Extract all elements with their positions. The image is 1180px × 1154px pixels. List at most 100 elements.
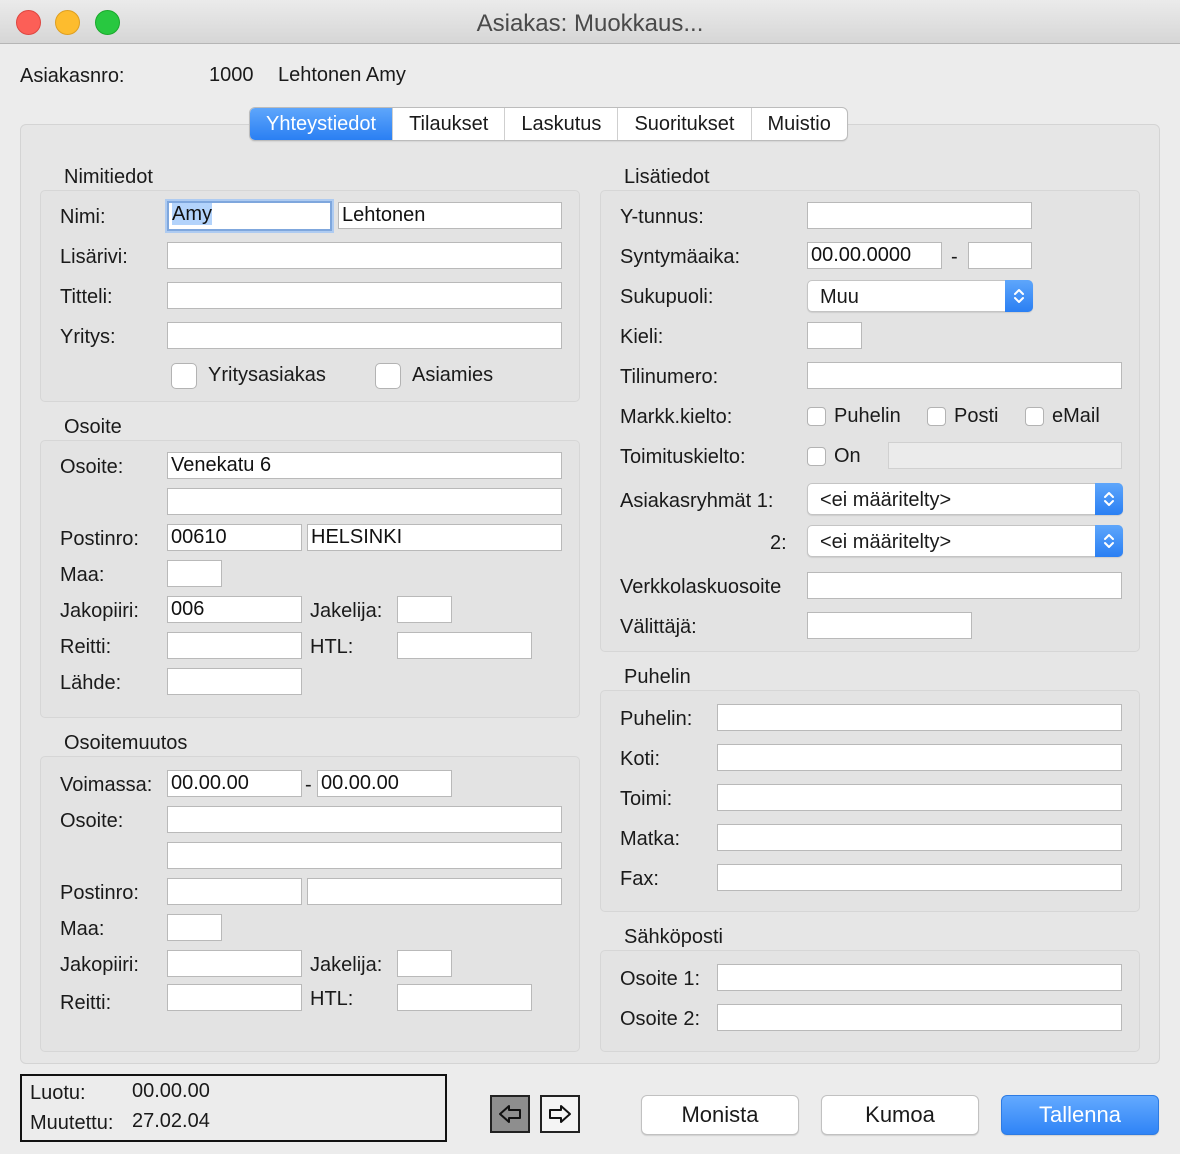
sukupuoli-select[interactable]: Muu [807,280,1033,312]
toimituskielto-on-label: On [834,445,861,467]
titteli-field[interactable] [167,282,562,309]
muutos-city-field[interactable] [307,878,562,905]
tilinumero-field[interactable] [807,362,1122,389]
tallenna-button[interactable]: Tallenna [1001,1095,1159,1135]
asiakasryhma-2-updown-icon [1095,525,1123,557]
tab-yhteystiedot[interactable]: Yhteystiedot [250,108,394,140]
customer-name: Lehtonen Amy [278,64,406,86]
lisarivi-field[interactable] [167,242,562,269]
city-field[interactable]: HELSINKI [307,524,562,551]
valittaja-field[interactable] [807,612,972,639]
customer-no: 1000 [209,64,254,86]
toimituskielto-checkbox[interactable] [807,447,826,466]
markk-posti-checkbox[interactable] [927,407,946,426]
syntymaaika-suffix-field[interactable] [968,242,1032,269]
toimi-field[interactable] [717,784,1122,811]
ytunnus-field[interactable] [807,202,1032,229]
tilinumero-label: Tilinumero: [620,366,719,388]
yritys-label: Yritys: [60,326,116,348]
markk-email-checkbox[interactable] [1025,407,1044,426]
jakelija-field[interactable] [397,596,452,623]
first-name-field[interactable]: Amy [167,201,332,231]
markk-puhelin-checkbox[interactable] [807,407,826,426]
monista-button[interactable]: Monista [641,1095,799,1135]
maa-field[interactable] [167,560,222,587]
lisatiedot-title: Lisätiedot [624,166,710,188]
nimitiedot-title: Nimitiedot [64,166,153,188]
muutos-jakelija-field[interactable] [397,950,452,977]
syntymaaika-label: Syntymäaika: [620,246,741,268]
luotu-label: Luotu: [30,1082,86,1104]
jakopiiri-field[interactable]: 006 [167,596,302,623]
asiakasryhma-1-select[interactable]: <ei määritelty> [807,483,1123,515]
lisarivi-label: Lisärivi: [60,246,128,268]
title-bar: Asiakas: Muokkaus... [0,0,1180,44]
puhelin-field[interactable] [717,704,1122,731]
muutettu-label: Muutettu: [30,1112,114,1134]
voimassa-to-field[interactable]: 00.00.00 [317,770,452,797]
voimassa-dash: - [305,774,312,796]
tab-muistio[interactable]: Muistio [752,108,847,140]
syntymaaika-field[interactable]: 00.00.0000 [807,242,942,269]
next-record-button[interactable] [540,1095,580,1133]
arrow-left-icon [499,1105,521,1123]
fax-label: Fax: [620,868,659,890]
muutos-jakopiiri-field[interactable] [167,950,302,977]
email-1-label: Osoite 1: [620,968,701,990]
muutos-osoite-line1-field[interactable] [167,806,562,833]
toimi-label: Toimi: [620,788,673,810]
muutos-reitti-label: Reitti: [60,992,112,1014]
markk-puhelin-label: Puhelin [834,405,901,427]
puhelin-label: Puhelin: [620,708,693,730]
muutos-maa-label: Maa: [60,918,105,940]
yritys-field[interactable] [167,322,562,349]
fax-field[interactable] [717,864,1122,891]
muutos-postinro-field[interactable] [167,878,302,905]
first-name-value: Amy [172,203,212,225]
matka-field[interactable] [717,824,1122,851]
yritysasiakas-label: Yritysasiakas [208,364,326,386]
osoite-line2-field[interactable] [167,488,562,515]
previous-record-button[interactable] [490,1095,530,1133]
kieli-field[interactable] [807,322,862,349]
tab-tilaukset[interactable]: Tilaukset [393,108,506,140]
osoite-line1-field[interactable]: Venekatu 6 [167,452,562,479]
asiamies-checkbox[interactable] [375,363,401,389]
toimituskielto-field [888,442,1122,469]
window-title: Asiakas: Muokkaus... [476,10,704,37]
markk-email-label: eMail [1052,405,1100,427]
muutos-osoite-label: Osoite: [60,810,124,832]
last-name-field[interactable]: Lehtonen [338,202,562,229]
email-1-field[interactable] [717,964,1122,991]
postinro-field[interactable]: 00610 [167,524,302,551]
muutos-maa-field[interactable] [167,914,222,941]
muutos-htl-field[interactable] [397,984,532,1011]
voimassa-label: Voimassa: [60,774,153,796]
kumoa-button[interactable]: Kumoa [821,1095,979,1135]
muutos-osoite-line2-field[interactable] [167,842,562,869]
titteli-label: Titteli: [60,286,113,308]
valittaja-label: Välittäjä: [620,616,697,638]
htl-field[interactable] [397,632,532,659]
tab-bar: Yhteystiedot Tilaukset Laskutus Suorituk… [249,107,848,141]
tab-suoritukset[interactable]: Suoritukset [618,108,752,140]
muutos-htl-label: HTL: [310,988,354,1010]
verkkolaskuosoite-label: Verkkolaskuosoite [620,576,782,598]
maa-label: Maa: [60,564,105,586]
verkkolaskuosoite-field[interactable] [807,572,1122,599]
reitti-field[interactable] [167,632,302,659]
matka-label: Matka: [620,828,681,850]
tab-laskutus[interactable]: Laskutus [505,108,619,140]
voimassa-from-field[interactable]: 00.00.00 [167,770,302,797]
yritysasiakas-checkbox[interactable] [171,363,197,389]
koti-field[interactable] [717,744,1122,771]
muutettu-value: 27.02.04 [132,1110,210,1132]
lahde-label: Lähde: [60,672,122,694]
asiakasryhma-2-select[interactable]: <ei määritelty> [807,525,1123,557]
email-2-field[interactable] [717,1004,1122,1031]
asiakasryhma-1-updown-icon [1095,483,1123,515]
muutos-jakelija-label: Jakelija: [310,954,383,976]
asiamies-label: Asiamies [412,364,494,386]
lahde-field[interactable] [167,668,302,695]
muutos-reitti-field[interactable] [167,984,302,1011]
